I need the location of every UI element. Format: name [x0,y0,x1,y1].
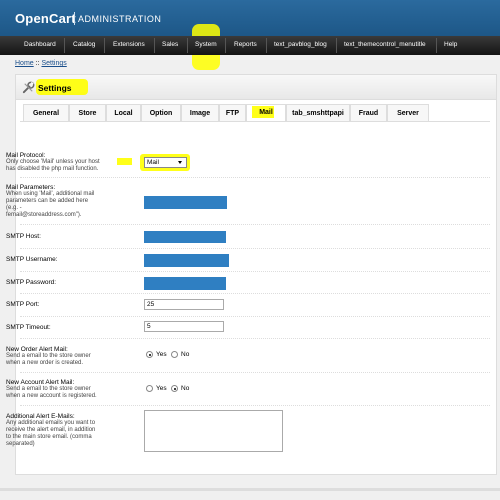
menu-divider [336,38,337,53]
additional-emails-help-1: Any additional emails you want to [6,420,96,426]
additional-emails-help-4: separated) [6,441,35,447]
additional-emails-help-3: to the main store email. (comma [6,434,92,440]
breadcrumb-home-link[interactable]: Home [15,60,34,67]
new-account-yes-radio[interactable] [146,385,153,392]
form-row-smtp-host [20,225,490,249]
menu-item-help[interactable]: Help [444,41,457,48]
new-account-alert-help-2: when a new account is registered. [6,393,97,399]
form-row-mail-parameters [20,178,490,225]
breadcrumb: Home :: Settings [15,60,67,67]
new-order-alert-label: New Order Alert Mail: [6,346,68,353]
menu-divider [187,38,188,53]
mail-parameters-help-1: When using 'Mail', additional mail [6,191,95,197]
mail-parameters-help-3: (e.g. - [6,205,22,211]
mail-protocol-label: Mail Protocol: [6,152,46,159]
menu-divider [154,38,155,53]
menu-item-pavblog[interactable]: text_pavblog_blog [274,41,327,48]
additional-emails-help-2: receive the alert email, in addition [6,427,96,433]
new-account-no-label: No [181,385,190,392]
footer-divider [0,488,500,491]
form-row-smtp-username [20,249,490,272]
additional-emails-label: Additional Alert E-Mails: [6,413,75,420]
app-logo[interactable]: OpenCart [15,11,76,26]
form-row-smtp-timeout [20,317,490,339]
page-title: Settings [38,83,72,93]
mail-protocol-help: Only choose 'Mail' unless your host [6,159,100,165]
tab-fraud[interactable]: Fraud [350,104,387,121]
form-row-smtp-port [20,294,490,317]
menu-item-system[interactable]: System [195,41,217,48]
mail-parameters-help-4: femail@storeaddress.com"). [6,212,82,218]
smtp-timeout-input[interactable]: 5 [144,321,224,332]
new-account-yes-label: Yes [156,385,167,392]
app-subtitle: ADMINISTRATION [78,14,162,24]
menu-item-reports[interactable]: Reports [234,41,257,48]
host-highlight-mark [117,158,132,165]
menu-divider [225,38,226,53]
smtp-host-input[interactable] [144,231,226,243]
new-order-yes-radio[interactable] [146,351,153,358]
panel-heading: Settings [16,75,496,100]
menu-item-sales[interactable]: Sales [162,41,178,48]
tab-store[interactable]: Store [69,104,106,121]
mail-parameters-label: Mail Parameters: [6,184,56,191]
new-order-yes-label: Yes [156,351,167,358]
menu-divider [436,38,437,53]
tab-image[interactable]: Image [181,104,219,121]
smtp-port-label: SMTP Port: [6,301,40,308]
settings-wrench-icon [22,81,35,94]
mail-protocol-select[interactable]: Mail [144,157,187,168]
tab-option[interactable]: Option [141,104,181,121]
menu-item-themecontrol[interactable]: text_themecontrol_menutitle [344,41,426,48]
smtp-password-label: SMTP Password: [6,279,57,286]
smtp-username-label: SMTP Username: [6,256,58,263]
new-account-no-radio[interactable] [171,385,178,392]
new-account-alert-label: New Account Alert Mail: [6,379,75,386]
smtp-username-input[interactable] [144,254,229,267]
smtp-timeout-label: SMTP Timeout: [6,324,51,331]
smtp-host-label: SMTP Host: [6,233,41,240]
new-order-alert-help-2: when a new order is created. [6,360,84,366]
logo-divider [74,12,75,25]
new-order-no-radio[interactable] [171,351,178,358]
form-row-smtp-password [20,272,490,294]
mail-protocol-help-2: has disabled the php mail function. [6,166,99,172]
new-order-alert-help-1: Send a email to the store owner [6,353,91,359]
tab-general[interactable]: General [23,104,69,121]
smtp-password-input[interactable] [144,277,226,290]
breadcrumb-separator: :: [35,60,40,67]
mail-parameters-input[interactable] [144,196,227,209]
breadcrumb-current-link[interactable]: Settings [41,60,66,67]
main-menu: Dashboard Catalog Extensions Sales Syste… [0,36,500,55]
additional-emails-textarea[interactable] [144,410,283,452]
tabs-underline [20,121,490,122]
app-header: OpenCart ADMINISTRATION [0,0,500,36]
dropdown-arrow-icon [178,161,182,164]
tab-smshttpapi[interactable]: tab_smshttpapi [286,104,350,121]
menu-divider [266,38,267,53]
tab-mail-label: Mail [259,109,273,116]
mail-parameters-help-2: parameters can be added here [6,198,89,204]
tab-ftp[interactable]: FTP [219,104,246,121]
tab-local[interactable]: Local [106,104,141,121]
new-account-alert-help-1: Send a email to the store owner [6,386,91,392]
menu-divider [64,38,65,53]
smtp-port-input[interactable]: 25 [144,299,224,310]
menu-item-dashboard[interactable]: Dashboard [24,41,56,48]
mail-protocol-value: Mail [147,159,159,166]
menu-item-extensions[interactable]: Extensions [113,41,145,48]
new-order-no-label: No [181,351,190,358]
menu-divider [104,38,105,53]
tab-server[interactable]: Server [387,104,429,121]
menu-item-catalog[interactable]: Catalog [73,41,95,48]
